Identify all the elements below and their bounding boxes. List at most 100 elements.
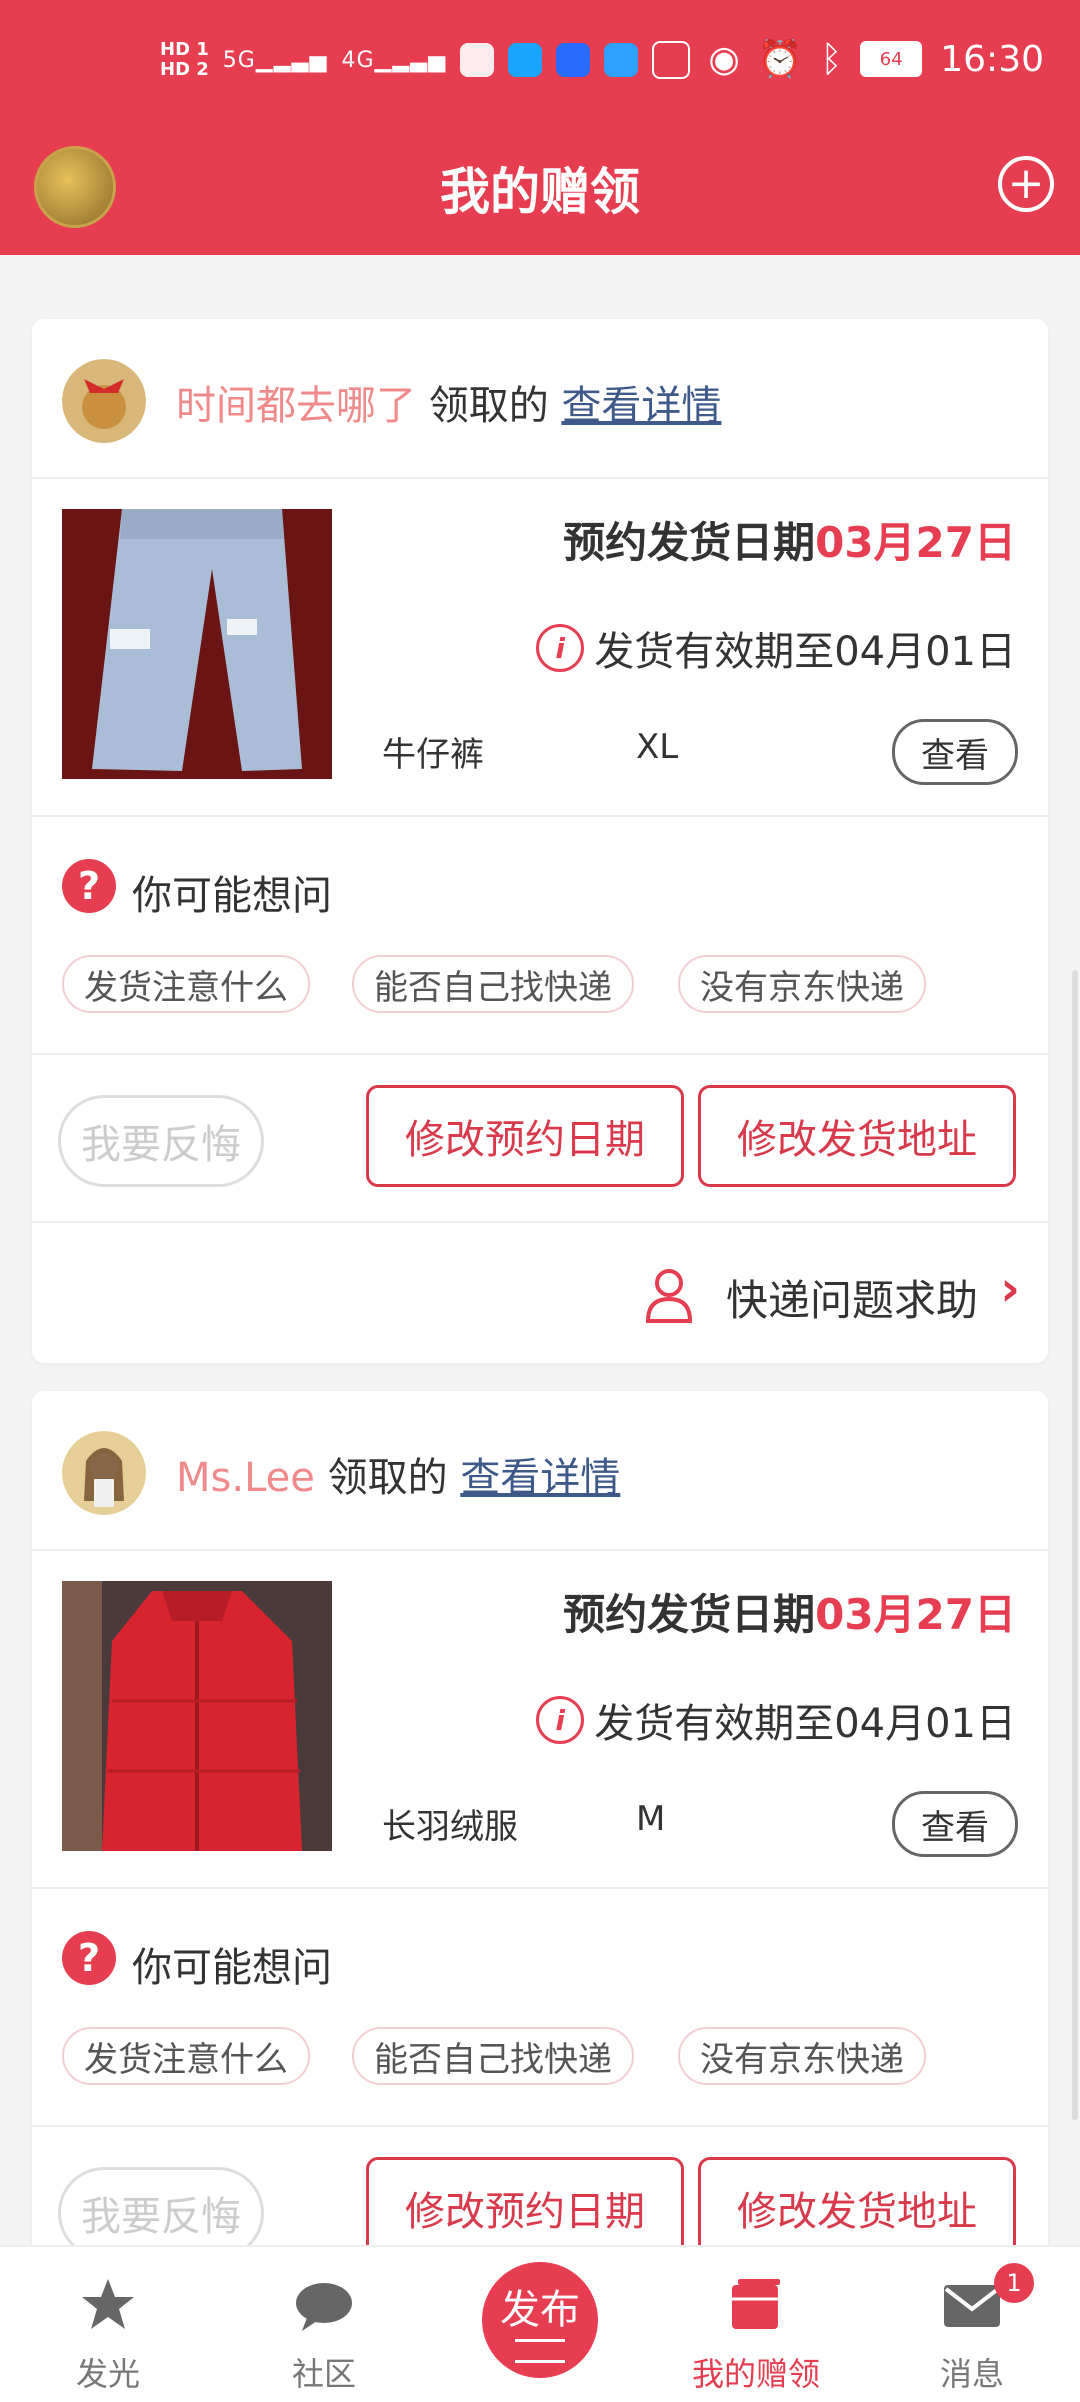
alarm-icon: ⏰ bbox=[757, 39, 803, 80]
chat-icon bbox=[296, 2283, 352, 2331]
scrollbar[interactable] bbox=[1072, 970, 1078, 2120]
item-row: 预约发货日期03月27日 i 发货有效期至04月01日 牛仔裤 XL 查看 bbox=[32, 479, 1048, 817]
tab-label: 消息 bbox=[939, 2355, 1004, 2393]
courier-help-row[interactable]: 快递问题求助 › bbox=[32, 1223, 1048, 1363]
date-value: 03月27日 bbox=[815, 1590, 1016, 1639]
person-icon bbox=[645, 1269, 693, 1323]
bulb-app-icon bbox=[556, 43, 591, 77]
status-left: HD 1 HD 2 5G▁▂▃▅ 4G▁▂▃▅ bbox=[160, 40, 691, 80]
valid-period: i 发货有效期至04月01日 bbox=[536, 1691, 1016, 1749]
tab-label: 发光 bbox=[75, 2355, 140, 2393]
view-button[interactable]: 查看 bbox=[892, 1791, 1018, 1857]
add-button[interactable]: + bbox=[998, 156, 1054, 212]
item-row: 预约发货日期03月27日 i 发货有效期至04月01日 长羽绒服 M 查看 bbox=[32, 1551, 1048, 1889]
change-address-button[interactable]: 修改发货地址 bbox=[698, 1085, 1016, 1187]
regret-button[interactable]: 我要反悔 bbox=[58, 2167, 264, 2245]
bluetooth-icon: ᛒ bbox=[820, 38, 843, 80]
hd-indicators: HD 1 HD 2 bbox=[160, 40, 209, 80]
tab-label: 社区 bbox=[291, 2355, 356, 2393]
user-name[interactable]: 时间都去哪了 bbox=[176, 383, 416, 429]
unread-badge: 1 bbox=[994, 2263, 1034, 2303]
detail-link[interactable]: 查看详情 bbox=[561, 383, 721, 429]
action-row: 我要反悔 修改预约日期 修改发货地址 bbox=[32, 1055, 1048, 1223]
user-name[interactable]: Ms.Lee bbox=[176, 1455, 315, 1501]
tab-shine[interactable]: 发光 bbox=[0, 2247, 216, 2402]
item-name: 牛仔裤 bbox=[382, 735, 484, 775]
question-icon: ? bbox=[62, 1931, 116, 1985]
view-button[interactable]: 查看 bbox=[892, 719, 1018, 785]
regret-button[interactable]: 我要反悔 bbox=[58, 1095, 264, 1187]
tab-my-gifts[interactable]: 我的赠领 bbox=[648, 2247, 864, 2402]
net1-label: 5G bbox=[222, 47, 256, 73]
claim-text: 领取的 bbox=[327, 1455, 448, 1501]
search-app-icon bbox=[508, 43, 543, 77]
item-size: XL bbox=[636, 727, 679, 767]
hd1-label: HD 1 bbox=[160, 39, 209, 60]
user-avatar[interactable] bbox=[62, 359, 146, 443]
tab-messages[interactable]: 1 消息 bbox=[864, 2247, 1080, 2402]
action-row: 我要反悔 修改预约日期 修改发货地址 bbox=[32, 2127, 1048, 2245]
faq-chip[interactable]: 发货注意什么 bbox=[62, 955, 310, 1013]
date-label: 预约发货日期 bbox=[563, 1590, 816, 1639]
question-icon: ? bbox=[62, 859, 116, 913]
valid-text: 发货有效期至04月01日 bbox=[594, 629, 1016, 675]
change-date-button[interactable]: 修改预约日期 bbox=[366, 2157, 684, 2245]
valid-text: 发货有效期至04月01日 bbox=[594, 1701, 1016, 1747]
detail-link[interactable]: 查看详情 bbox=[460, 1455, 620, 1501]
faq-title: 你可能想问 bbox=[132, 1945, 332, 1991]
plus-icon: + bbox=[1007, 158, 1045, 209]
claim-text: 领取的 bbox=[428, 383, 549, 429]
hand-icon bbox=[652, 41, 691, 79]
help-label: 快递问题求助 bbox=[725, 1276, 978, 1325]
ship-date: 预约发货日期03月27日 bbox=[563, 509, 1016, 570]
faq-chip[interactable]: 发货注意什么 bbox=[62, 2027, 310, 2085]
net2-label: 4G bbox=[341, 47, 375, 73]
date-label: 预约发货日期 bbox=[563, 518, 816, 567]
publish-button[interactable]: 发布 bbox=[482, 2262, 598, 2378]
faq-chip[interactable]: 没有京东快递 bbox=[678, 2027, 926, 2085]
content-scroll[interactable]: 时间都去哪了 领取的 查看详情 预约发货日期03月27日 i 发货有效期至04月… bbox=[0, 255, 1080, 2245]
top-bar: HD 1 HD 2 5G▁▂▃▅ 4G▁▂▃▅ ◉ ⏰ ᛒ 64 16:30 我… bbox=[0, 0, 1080, 255]
wechat-icon bbox=[460, 43, 495, 77]
publish-label: 发布 bbox=[500, 2287, 580, 2333]
change-date-button[interactable]: 修改预约日期 bbox=[366, 1085, 684, 1187]
status-right: ◉ ⏰ ᛒ 64 16:30 bbox=[708, 38, 1044, 81]
signal-5g: 5G▁▂▃▅ bbox=[222, 47, 328, 73]
item-name: 长羽绒服 bbox=[382, 1807, 518, 1847]
mail-icon bbox=[944, 2285, 1000, 2327]
nav-bar: 我的赠领 + bbox=[0, 130, 1080, 255]
star-icon bbox=[82, 2279, 134, 2329]
valid-period: i 发货有效期至04月01日 bbox=[536, 619, 1016, 677]
ship-date: 预约发货日期03月27日 bbox=[563, 1581, 1016, 1642]
chevron-right-icon: › bbox=[1000, 1261, 1020, 1317]
clock: 16:30 bbox=[940, 38, 1044, 80]
card-header: 时间都去哪了 领取的 查看详情 bbox=[32, 319, 1048, 479]
faq-chip[interactable]: 能否自己找快递 bbox=[352, 2027, 634, 2085]
date-value: 03月27日 bbox=[815, 518, 1016, 567]
gift-box-icon bbox=[732, 2279, 780, 2329]
claim-line: Ms.Lee 领取的 查看详情 bbox=[176, 1445, 620, 1503]
battery-icon: 64 bbox=[860, 41, 923, 77]
page-title: 我的赠领 bbox=[440, 163, 640, 221]
item-size: M bbox=[636, 1799, 666, 1839]
faq-chip[interactable]: 能否自己找快递 bbox=[352, 955, 634, 1013]
faq-title: 你可能想问 bbox=[132, 873, 332, 919]
tab-label: 我的赠领 bbox=[691, 2355, 820, 2393]
eye-icon: ◉ bbox=[708, 38, 740, 80]
user-avatar[interactable] bbox=[62, 1431, 146, 1515]
item-photo-down-coat[interactable] bbox=[62, 1581, 332, 1851]
tab-community[interactable]: 社区 bbox=[216, 2247, 432, 2402]
cloud-app-icon bbox=[604, 43, 639, 77]
info-icon: i bbox=[536, 624, 585, 672]
claim-line: 时间都去哪了 领取的 查看详情 bbox=[176, 373, 721, 431]
faq-chip[interactable]: 没有京东快递 bbox=[678, 955, 926, 1013]
info-icon: i bbox=[536, 1696, 585, 1744]
signal-4g: 4G▁▂▃▅ bbox=[341, 47, 447, 73]
card-header: Ms.Lee 领取的 查看详情 bbox=[32, 1391, 1048, 1551]
status-bar: HD 1 HD 2 5G▁▂▃▅ 4G▁▂▃▅ ◉ ⏰ ᛒ 64 16:30 bbox=[0, 0, 1080, 130]
hd2-label: HD 2 bbox=[160, 59, 209, 80]
publish-icon bbox=[515, 2339, 565, 2363]
claim-card: Ms.Lee 领取的 查看详情 预约发货日期03月27日 i 发货有效期至04月… bbox=[32, 1391, 1048, 2245]
change-address-button[interactable]: 修改发货地址 bbox=[698, 2157, 1016, 2245]
item-photo-jeans[interactable] bbox=[62, 509, 332, 779]
